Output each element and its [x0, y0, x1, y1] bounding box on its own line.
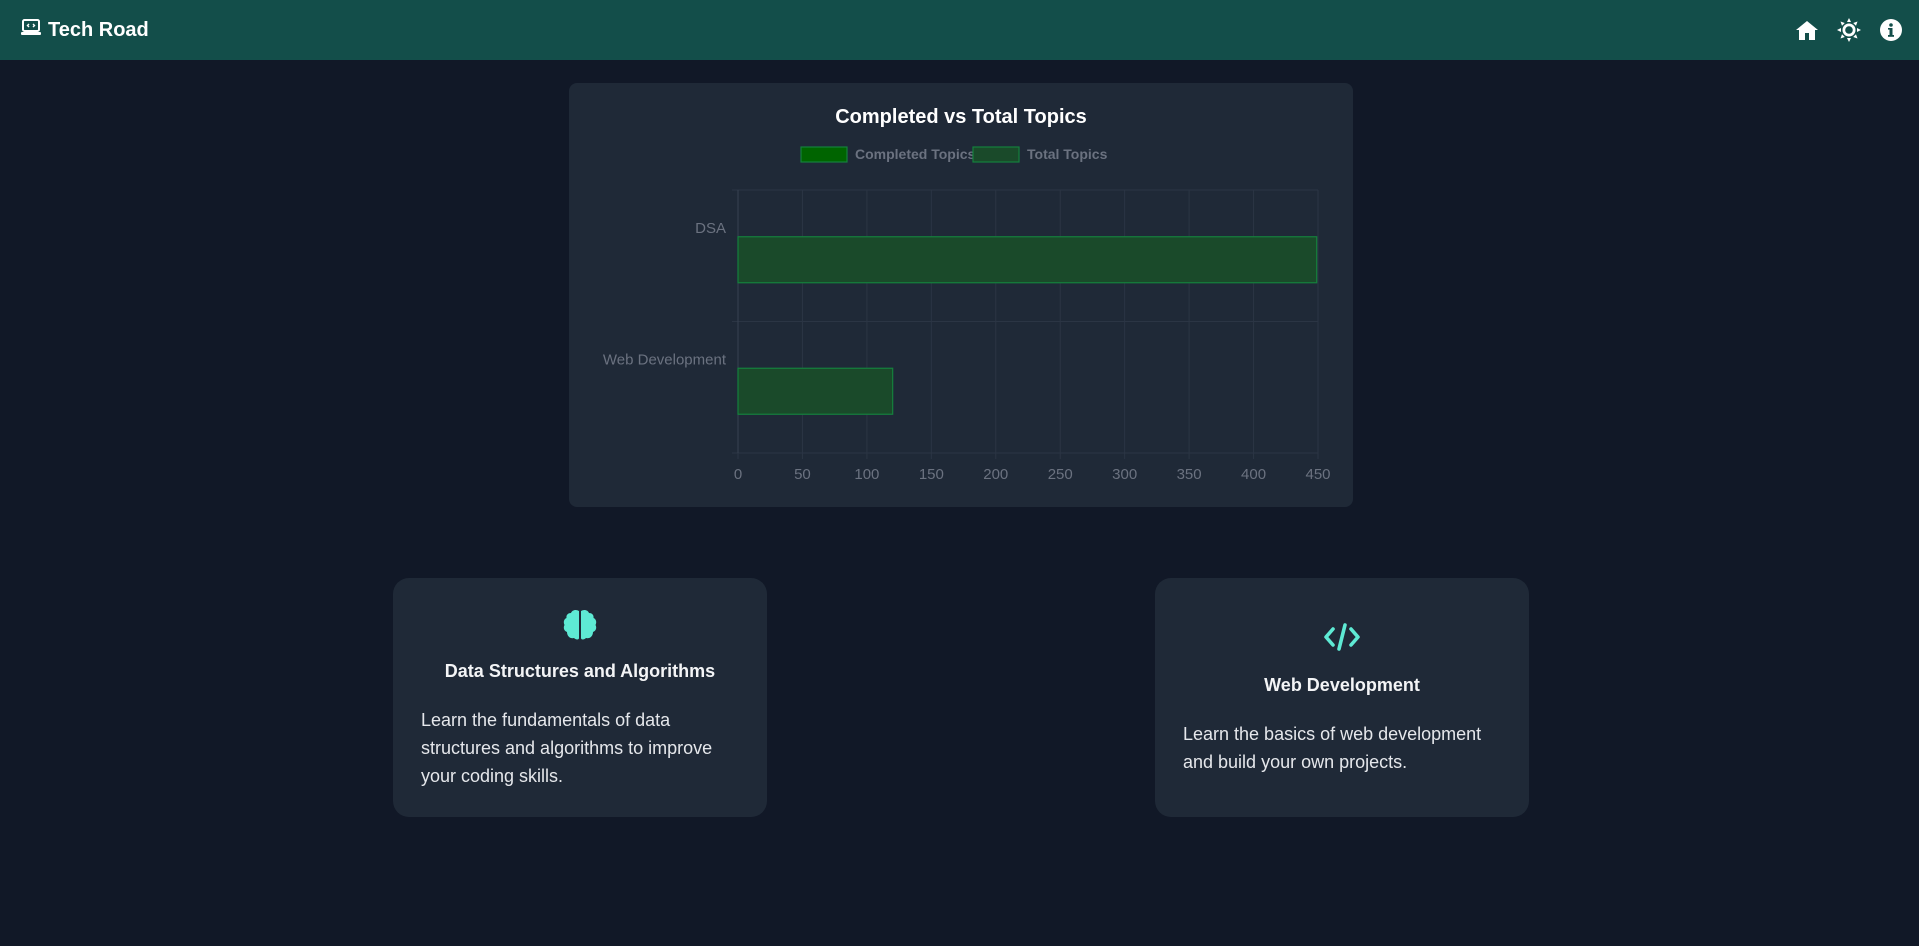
top-navbar: Tech Road — [0, 0, 1919, 60]
brand-title: Tech Road — [48, 18, 149, 41]
info-icon[interactable] — [1879, 18, 1903, 42]
y-tick-label: DSA — [695, 220, 726, 237]
card-description: Learn the basics of web development and … — [1183, 724, 1482, 772]
topics-bar-chart: 0 50 100 150 200 250 300 350 400 450 DSA Web Develo… — [603, 146, 1331, 483]
legend-swatch — [800, 146, 848, 163]
chart-card: Completed vs Total Topics 0 50 100 150 200 25… — [569, 83, 1353, 507]
sun-icon[interactable] — [1837, 18, 1861, 42]
x-tick-label: 100 — [854, 466, 879, 483]
x-tick-label: 300 — [1112, 466, 1137, 483]
laptop-code-icon — [20, 18, 42, 43]
legend-label: Completed Topics — [855, 146, 976, 162]
x-tick-label: 200 — [983, 466, 1008, 483]
legend-label: Total Topics — [1027, 146, 1108, 162]
x-tick-label: 150 — [919, 466, 944, 483]
y-tick-label: Web Development — [603, 351, 727, 368]
topic-card-dsa[interactable]: Data Structures and Algorithms Learn the… — [393, 578, 767, 817]
bar-total — [737, 236, 1318, 284]
x-tick-label: 350 — [1177, 466, 1202, 483]
home-icon[interactable] — [1795, 18, 1819, 42]
nav-icon-group — [1795, 18, 1903, 42]
legend-swatch — [972, 146, 1020, 163]
x-tick-label: 50 — [794, 466, 811, 483]
x-tick-label: 450 — [1305, 466, 1330, 483]
x-tick-label: 400 — [1241, 466, 1266, 483]
bar-total — [737, 367, 894, 415]
card-title: Web Development — [1264, 675, 1420, 695]
card-title: Data Structures and Algorithms — [444, 661, 716, 681]
topic-card-web-development[interactable]: Web Development Learn the basics of web … — [1155, 578, 1529, 817]
x-tick-label: 250 — [1048, 466, 1073, 483]
card-description: Learn the fundamentals of data structure… — [421, 710, 713, 786]
brain-icon — [393, 608, 767, 642]
brand-link[interactable]: Tech Road — [20, 18, 149, 43]
code-icon — [1155, 622, 1529, 652]
x-tick-label: 0 — [734, 466, 742, 483]
